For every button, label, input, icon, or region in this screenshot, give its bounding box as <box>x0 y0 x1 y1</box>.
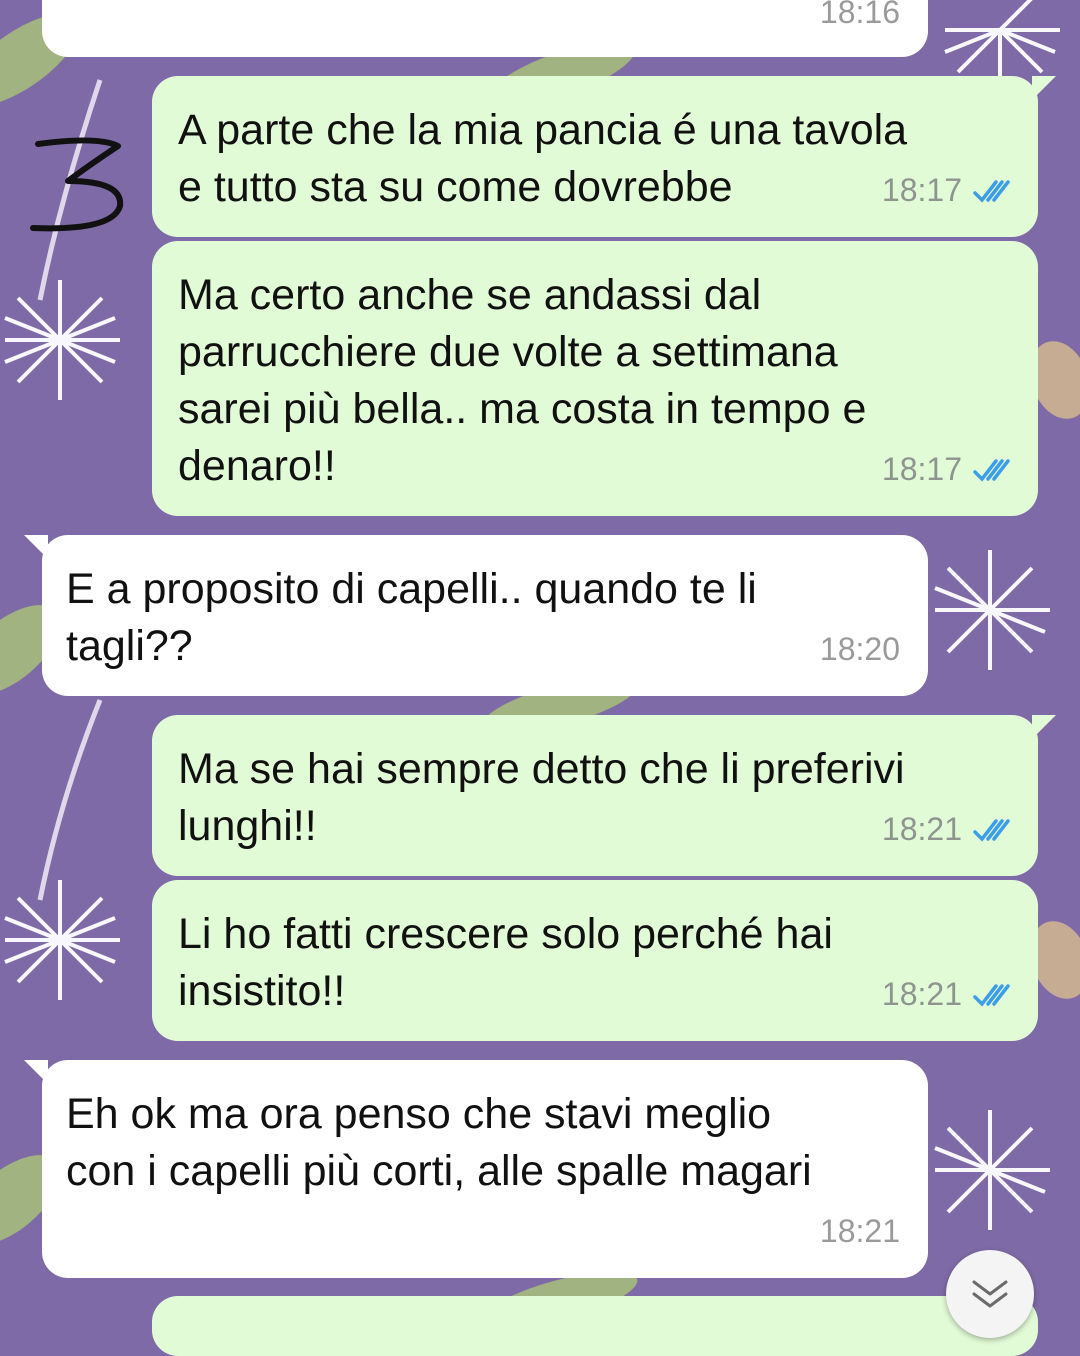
handwritten-3-annotation <box>30 137 124 232</box>
message-meta: 18:16 <box>820 0 900 41</box>
message-text: Eh ok ma ora penso che stavi meglio con … <box>66 1090 812 1195</box>
message-meta: 18:21 <box>820 1203 900 1260</box>
message-bubble-incoming[interactable]: E a proposito di capelli.. quando te li … <box>24 535 928 696</box>
message-meta: 18:21 <box>882 966 1016 1023</box>
bubble-tail <box>1032 76 1056 100</box>
message-time: 18:16 <box>819 0 900 30</box>
bubble-tail <box>1032 715 1056 739</box>
message-time: 18:21 <box>881 811 962 847</box>
message-time: 18:21 <box>881 976 962 1012</box>
message-bubble-outgoing[interactable]: Ma se hai sempre detto che li preferivi … <box>152 715 1056 876</box>
double-check-read-icon <box>973 818 1010 842</box>
message-time: 18:20 <box>819 631 900 667</box>
message-bubble-incoming[interactable]: Eh ok ma ora penso che stavi meglio con … <box>24 1060 928 1278</box>
message-bubble-incoming[interactable]: 18:16 <box>42 0 928 57</box>
scroll-to-bottom-button[interactable] <box>946 1250 1034 1338</box>
message-meta: 18:17 <box>882 162 1016 219</box>
message-text: Ma certo anche se andassi dal parrucchie… <box>178 271 867 490</box>
message-meta: 18:17 <box>882 441 1016 498</box>
chevron-double-down-icon <box>972 1280 1008 1308</box>
message-bubble-outgoing-partial[interactable] <box>152 1296 1038 1356</box>
message-meta: 18:20 <box>820 621 900 678</box>
message-text: E a proposito di capelli.. quando te li … <box>66 565 757 670</box>
message-bubble-outgoing[interactable]: Li ho fatti crescere solo perché hai ins… <box>152 880 1038 1041</box>
double-check-read-icon <box>973 458 1010 482</box>
message-text: A parte che la mia pancia é una tavola e… <box>178 106 908 211</box>
bubble-tail <box>24 1060 48 1084</box>
double-check-read-icon <box>973 983 1010 1007</box>
message-time: 18:17 <box>881 172 962 208</box>
message-bubble-outgoing[interactable]: A parte che la mia pancia é una tavola e… <box>152 76 1056 237</box>
bubble-tail <box>24 535 48 559</box>
message-meta: 18:21 <box>882 801 1016 858</box>
message-time: 18:21 <box>819 1213 900 1249</box>
double-check-read-icon <box>973 179 1010 203</box>
message-bubble-outgoing[interactable]: Ma certo anche se andassi dal parrucchie… <box>152 241 1038 516</box>
message-text: Li ho fatti crescere solo perché hai ins… <box>178 910 833 1015</box>
message-text: Ma se hai sempre detto che li preferivi … <box>178 745 905 850</box>
message-time: 18:17 <box>881 451 962 487</box>
